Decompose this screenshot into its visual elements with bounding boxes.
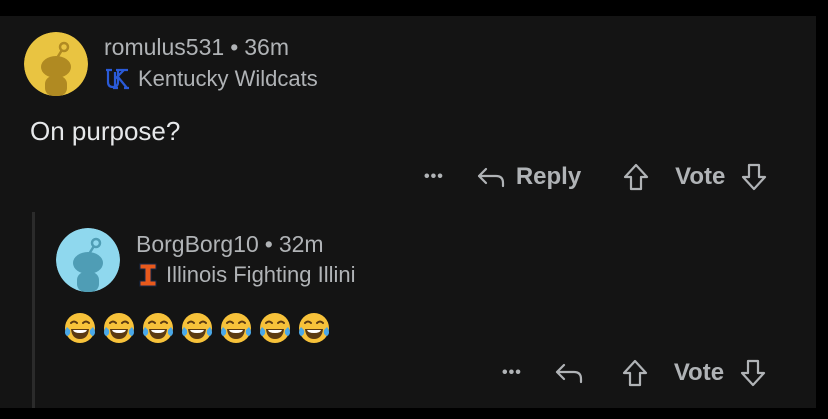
comment-body: On purpose? xyxy=(30,116,181,146)
avatar[interactable] xyxy=(24,32,88,96)
comment-actions: ••• Vote xyxy=(502,356,768,390)
upvote-button[interactable] xyxy=(620,358,650,388)
more-options-icon: ••• xyxy=(424,168,444,185)
downvote-arrow-icon xyxy=(738,358,768,388)
username-link[interactable]: romulus531 xyxy=(104,34,224,60)
illinois-block-i-logo-icon xyxy=(138,262,158,288)
flair-label: Kentucky Wildcats xyxy=(138,66,318,91)
reply-label: Reply xyxy=(515,163,582,190)
reply-button[interactable] xyxy=(554,361,584,385)
more-options-icon: ••• xyxy=(502,364,522,381)
upvote-button[interactable] xyxy=(621,162,651,192)
tears-of-joy-emoji xyxy=(143,313,173,343)
upvote-arrow-icon xyxy=(621,162,651,192)
vote-label: Vote xyxy=(675,163,726,190)
separator-dot: • xyxy=(230,34,239,60)
comment-age: 32m xyxy=(278,231,324,257)
tears-of-joy-emoji xyxy=(182,313,212,343)
downvote-arrow-icon xyxy=(739,162,769,192)
comment-age: 36m xyxy=(244,34,289,60)
kentucky-uk-logo-icon xyxy=(104,68,130,90)
upvote-arrow-icon xyxy=(620,358,650,388)
comment-actions: ••• Reply Vote xyxy=(424,160,769,194)
thread-collapse-line[interactable] xyxy=(32,212,35,408)
reply-arrow-icon xyxy=(554,361,584,385)
reply-arrow-icon xyxy=(476,165,506,189)
vote-label: Vote xyxy=(673,359,725,386)
comment-header: romulus531 • 36m xyxy=(104,34,289,61)
top-bar xyxy=(0,0,828,16)
comment-header: BorgBorg10 • 32m xyxy=(136,231,324,258)
separator-dot: • xyxy=(264,231,273,257)
user-flair: Kentucky Wildcats xyxy=(104,66,318,92)
reply-button[interactable]: Reply xyxy=(476,163,581,191)
right-edge xyxy=(816,0,828,419)
tears-of-joy-emoji xyxy=(299,313,329,343)
more-options-button[interactable]: ••• xyxy=(424,168,444,186)
more-options-button[interactable]: ••• xyxy=(502,364,522,382)
tears-of-joy-emoji xyxy=(260,313,290,343)
avatar[interactable] xyxy=(56,228,120,292)
downvote-button[interactable] xyxy=(739,162,769,192)
tears-of-joy-emoji xyxy=(65,313,95,343)
comment-body xyxy=(62,310,332,346)
tears-of-joy-emoji xyxy=(221,313,251,343)
downvote-button[interactable] xyxy=(738,358,768,388)
flair-label: Illinois Fighting Illini xyxy=(166,262,356,287)
user-flair: Illinois Fighting Illini xyxy=(138,262,356,288)
bottom-edge xyxy=(0,408,828,419)
username-link[interactable]: BorgBorg10 xyxy=(136,231,259,257)
tears-of-joy-emoji xyxy=(104,313,134,343)
